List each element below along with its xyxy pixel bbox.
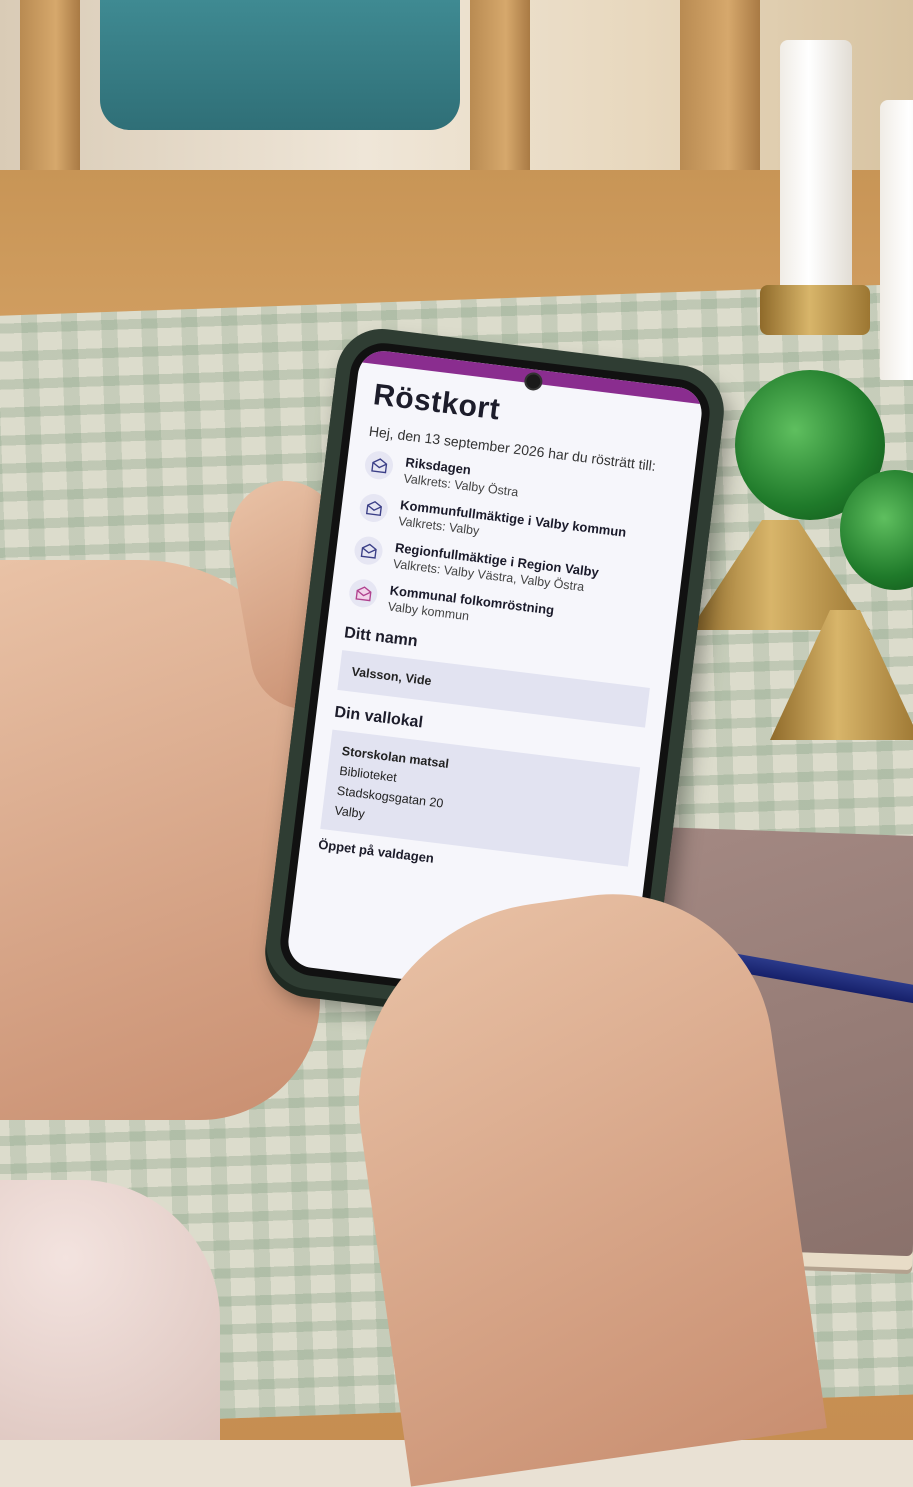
rostkort-content: Röstkort Hej, den 13 september 2026 har … [300, 362, 703, 892]
candle-holder-cup [760, 285, 870, 335]
candle-right [880, 100, 913, 380]
envelope-pink-icon [347, 577, 379, 609]
envelope-icon [363, 449, 395, 481]
candle-left [780, 40, 852, 290]
chair-cushion [100, 0, 460, 130]
voter-name: Valsson, Vide [350, 664, 433, 689]
election-list: Riksdagen Valkrets: Valby Östra Kommunfu… [347, 449, 674, 649]
envelope-icon [352, 535, 385, 567]
envelope-icon [358, 492, 390, 524]
